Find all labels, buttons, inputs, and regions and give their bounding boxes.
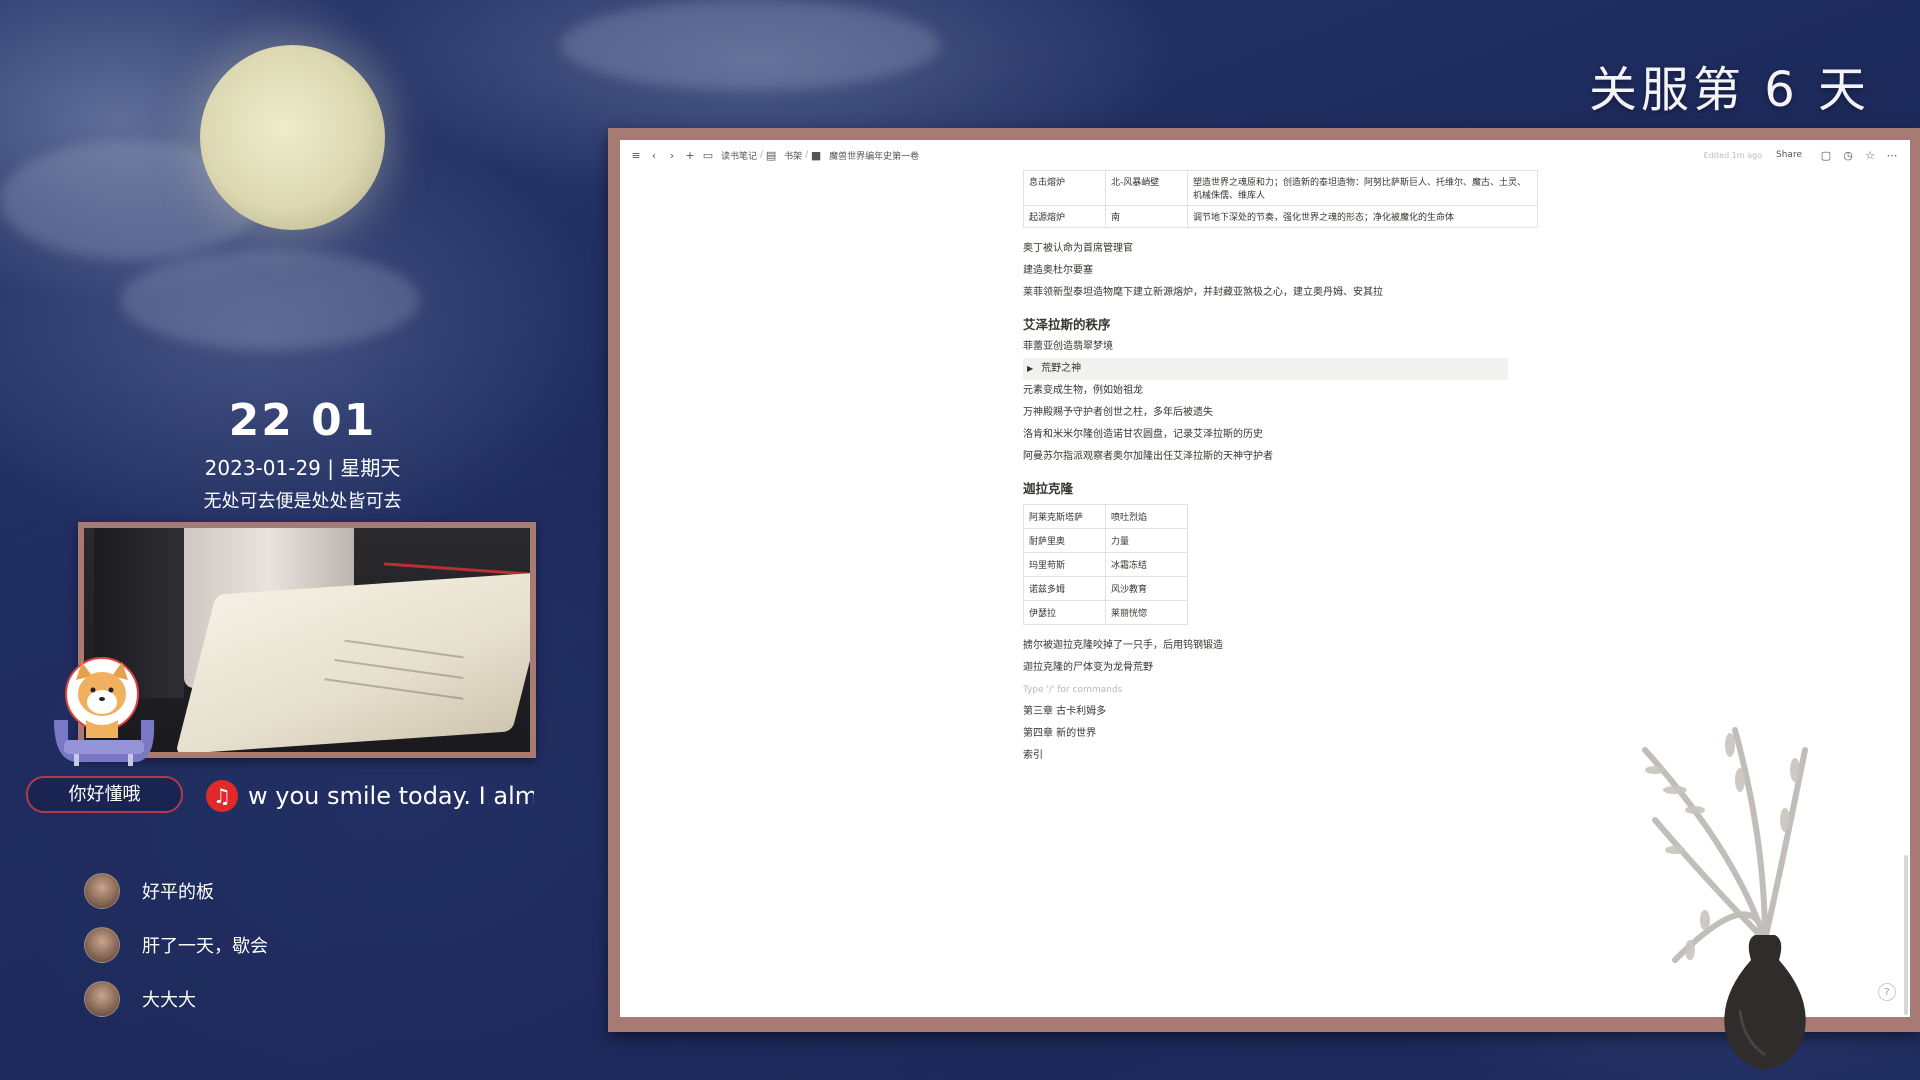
history-icon[interactable]: ◷ xyxy=(1840,147,1856,163)
back-icon[interactable]: ‹ xyxy=(646,147,662,163)
table-cell[interactable]: 喷吐烈焰 xyxy=(1105,504,1188,529)
text-block[interactable]: 莱菲领新型泰坦造物麾下建立新源熔炉，并封藏亚煞极之心，建立奥丹姆、安其拉 xyxy=(1023,282,1543,304)
table-cell[interactable]: 玛里苟斯 xyxy=(1023,552,1106,577)
command-placeholder[interactable]: Type '/' for commands xyxy=(1023,679,1543,701)
clock-time: 22 01 xyxy=(228,395,377,446)
table-cell[interactable]: 北-风暴峭壁 xyxy=(1105,170,1188,206)
more-icon[interactable]: ⋯ xyxy=(1884,147,1900,163)
table-cell[interactable]: 南 xyxy=(1105,205,1188,228)
menu-icon[interactable]: ≡ xyxy=(628,147,644,163)
book-icon: ▭ xyxy=(702,148,714,162)
toggle-label: 荒野之神 xyxy=(1041,363,1082,374)
chat-avatar xyxy=(84,873,120,909)
page-link[interactable]: 索引 xyxy=(1023,745,1543,767)
toolbar-actions: Edited 1m ago Share ▢ ◷ ☆ ⋯ xyxy=(1704,140,1902,170)
table-row: 玛里苟斯 冰霜冻结 xyxy=(1023,552,1188,577)
clock-widget: 22 01 2023-01-29 | 星期天 无处可去便是处处皆可去 xyxy=(150,395,455,513)
text-block[interactable]: 阿曼苏尔指派观察者奥尔加隆出任艾泽拉斯的天神守护者 xyxy=(1023,446,1543,468)
shelf-icon: ▤ xyxy=(765,148,777,162)
table-cell[interactable]: 调节地下深处的节奏，强化世界之魂的形态；净化被魔化的生命体 xyxy=(1187,205,1538,228)
help-button[interactable]: ? xyxy=(1878,983,1896,1001)
notion-toolbar: ≡ ‹ › + ▭ 读书笔记 / ▤ 书架 / ■ 魔兽世界编年史第一卷 Edi… xyxy=(620,140,1910,170)
music-lyric: w you smile today. I almost xyxy=(248,782,534,810)
toggle-block[interactable]: ▶ 荒野之神 xyxy=(1023,358,1508,380)
table-row: 耐萨里奥 力量 xyxy=(1023,528,1188,553)
page-icon: ■ xyxy=(810,148,822,162)
add-icon[interactable]: + xyxy=(682,147,698,163)
stream-title: 关服第 6 天 xyxy=(1588,62,1870,118)
dragon-aspect-table: 阿莱克斯塔萨 喷吐烈焰 耐萨里奥 力量 玛里苟斯 冰霜冻结 诺兹多姆 风沙教育 … xyxy=(1023,504,1188,625)
table-cell[interactable]: 风沙教育 xyxy=(1105,576,1188,601)
table-cell[interactable]: 息击熔炉 xyxy=(1023,170,1106,206)
forward-icon[interactable]: › xyxy=(664,147,680,163)
text-block[interactable]: 菲蕾亚创造翡翠梦境 xyxy=(1023,336,1543,358)
star-icon[interactable]: ☆ xyxy=(1862,147,1878,163)
music-ticker: ♫ w you smile today. I almost xyxy=(206,776,534,816)
text-block[interactable]: 迦拉克隆的尸体变为龙骨荒野 xyxy=(1023,657,1543,679)
notion-document: 息击熔炉 北-风暴峭壁 塑造世界之魂原和力；创造新的泰坦造物：阿努比萨斯巨人、托… xyxy=(1023,170,1543,767)
forge-table: 息击熔炉 北-风暴峭壁 塑造世界之魂原和力；创造新的泰坦造物：阿努比萨斯巨人、托… xyxy=(1023,170,1538,228)
moon-decoration xyxy=(200,45,385,230)
breadcrumb-item[interactable]: 魔兽世界编年史第一卷 xyxy=(829,149,919,162)
chat-item: 肝了一天，歇会 xyxy=(84,918,484,972)
text-block[interactable]: 洛肯和米米尔隆创造诺甘农圆盘，记录艾泽拉斯的历史 xyxy=(1023,424,1543,446)
table-row: 诺兹多姆 风沙教育 xyxy=(1023,576,1188,601)
table-cell[interactable]: 起源熔炉 xyxy=(1023,205,1106,228)
table-cell[interactable]: 冰霜冻结 xyxy=(1105,552,1188,577)
heading-block[interactable]: 迦拉克隆 xyxy=(1023,478,1543,500)
cloud xyxy=(560,0,940,90)
text-block[interactable]: 元素变成生物，例如始祖龙 xyxy=(1023,380,1543,402)
text-block[interactable]: 建造奥杜尔要塞 xyxy=(1023,260,1543,282)
vase-decoration-icon xyxy=(1642,727,1808,1070)
streamer-name-badge: 你好懂哦 xyxy=(26,776,183,813)
toggle-triangle-icon[interactable]: ▶ xyxy=(1027,364,1033,373)
clock-date: 2023-01-29 | 星期天 xyxy=(204,456,401,480)
page-link[interactable]: 第三章 古卡利姆多 xyxy=(1023,701,1543,723)
breadcrumb-item[interactable]: 书架 xyxy=(784,149,802,162)
table-cell[interactable]: 莱丽恍惚 xyxy=(1105,600,1188,625)
breadcrumb-item[interactable]: 读书笔记 xyxy=(721,149,757,162)
table-cell[interactable]: 诺兹多姆 xyxy=(1023,576,1106,601)
page-link[interactable]: 第四章 新的世界 xyxy=(1023,723,1543,745)
chat-message: 大大大 xyxy=(142,990,196,1011)
text-block[interactable]: 奥丁被认命为首席管理官 xyxy=(1023,238,1543,260)
heading-block[interactable]: 艾泽拉斯的秩序 xyxy=(1023,314,1543,336)
shiba-avatar-icon xyxy=(54,657,155,766)
table-cell[interactable]: 塑造世界之魂原和力；创造新的泰坦造物：阿努比萨斯巨人、托维尔、魔古、土灵、机械侏… xyxy=(1187,170,1538,206)
table-row: 伊瑟拉 莱丽恍惚 xyxy=(1023,600,1188,625)
table-cell[interactable]: 阿莱克斯塔萨 xyxy=(1023,504,1106,529)
text-block[interactable]: 掳尔被迦拉克隆咬掉了一只手，后用钨钢锻造 xyxy=(1023,635,1543,657)
table-cell[interactable]: 耐萨里奥 xyxy=(1023,528,1106,553)
chat-avatar xyxy=(84,981,120,1017)
chat-avatar xyxy=(84,927,120,963)
edited-status: Edited 1m ago xyxy=(1703,150,1763,160)
share-button[interactable]: Share xyxy=(1776,150,1802,160)
table-cell[interactable]: 伊瑟拉 xyxy=(1023,600,1106,625)
clock-motto: 无处可去便是处处皆可去 xyxy=(203,491,402,512)
comment-icon[interactable]: ▢ xyxy=(1818,147,1834,163)
netease-music-icon: ♫ xyxy=(206,780,238,812)
cloud xyxy=(120,250,420,350)
table-cell[interactable]: 力量 xyxy=(1105,528,1188,553)
table-row: 息击熔炉 北-风暴峭壁 塑造世界之魂原和力；创造新的泰坦造物：阿努比萨斯巨人、托… xyxy=(1023,170,1538,206)
chat-item: 大大大 xyxy=(84,972,484,1026)
text-block[interactable]: 万神殿赐予守护者创世之柱，多年后被遗失 xyxy=(1023,402,1543,424)
table-row: 起源熔炉 南 调节地下深处的节奏，强化世界之魂的形态；净化被魔化的生命体 xyxy=(1023,205,1538,228)
table-row: 阿莱克斯塔萨 喷吐烈焰 xyxy=(1023,504,1188,529)
scrollbar[interactable] xyxy=(1904,855,1908,1015)
chat-list: 好平的板 肝了一天，歇会 大大大 xyxy=(84,864,484,1026)
chat-item: 好平的板 xyxy=(84,864,484,918)
chat-message: 好平的板 xyxy=(142,882,214,903)
chat-message: 肝了一天，歇会 xyxy=(142,936,268,957)
